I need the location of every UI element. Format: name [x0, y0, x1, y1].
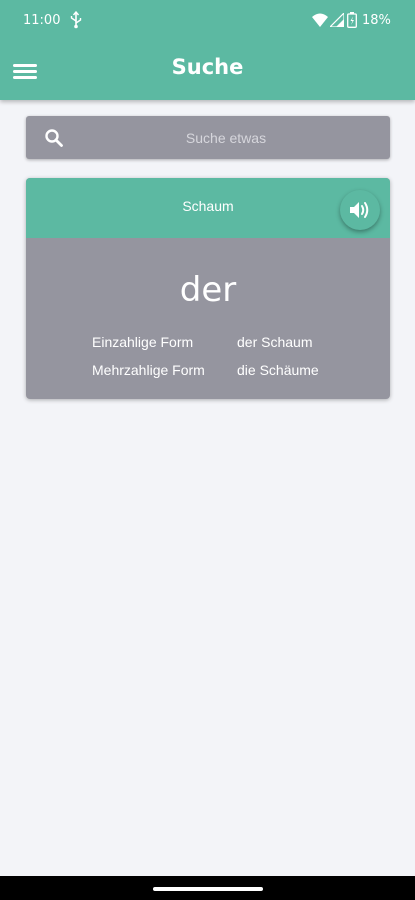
- system-nav-bar: [0, 876, 415, 900]
- speaker-icon: [350, 202, 369, 218]
- app-bar: 11:00 18% Suche: [0, 0, 415, 100]
- pronounce-button[interactable]: [340, 190, 380, 230]
- word-title: Schaum: [182, 198, 234, 214]
- signal-icon: [330, 13, 344, 27]
- page-title: Suche: [171, 55, 244, 79]
- article-label: der: [179, 270, 237, 310]
- form-row-singular: Einzahlige Form der Schaum: [26, 334, 390, 354]
- word-card: Schaum der Einzahlige Form der Schaum Me…: [26, 178, 390, 399]
- plural-value: die Schäume: [237, 362, 319, 378]
- status-bar: 11:00 18%: [0, 0, 415, 42]
- search-input[interactable]: [76, 116, 376, 159]
- battery-percent: 18%: [362, 13, 391, 28]
- singular-value: der Schaum: [237, 334, 313, 350]
- usb-icon: [70, 11, 82, 29]
- singular-label: Einzahlige Form: [92, 334, 194, 350]
- plural-label: Mehrzahlige Form: [92, 362, 205, 378]
- status-time: 11:00: [23, 13, 61, 28]
- search-bar[interactable]: [26, 116, 390, 159]
- battery-icon: [347, 12, 357, 28]
- search-icon[interactable]: [44, 128, 64, 148]
- word-card-header: Schaum: [26, 178, 390, 238]
- wifi-icon: [312, 13, 328, 27]
- form-row-plural: Mehrzahlige Form die Schäume: [26, 362, 390, 382]
- home-gesture-pill[interactable]: [153, 887, 263, 891]
